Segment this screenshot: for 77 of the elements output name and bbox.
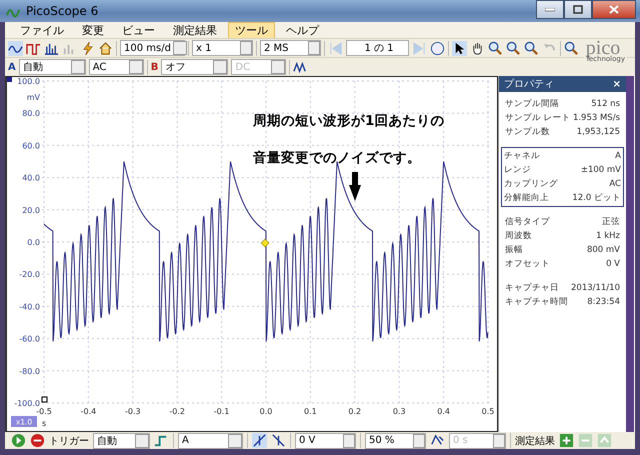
property-value: 800 mV (586, 244, 620, 256)
x-axis-label: 0.4 (437, 407, 450, 416)
trigger-source-dropdown[interactable]: A (178, 432, 243, 448)
y-axis-label: -20.0 (19, 270, 40, 280)
x-axis-label: 0.5 (482, 407, 494, 416)
range-dropdown[interactable]: オフ (161, 59, 228, 75)
property-value: 8:23:54 (587, 296, 620, 308)
trigger-label: トリガー (49, 434, 89, 448)
property-label: 振幅 (505, 244, 523, 256)
property-value: 12.0 ビット (572, 192, 621, 204)
annotation-text: 周期の短い波形が1回あたりの (253, 113, 444, 129)
property-value: 512 ns (591, 98, 620, 110)
x-axis-label: -0.5 (36, 407, 52, 416)
y-axis-label: 0.0 (27, 238, 40, 247)
property-label: オフセット (505, 258, 550, 270)
x-axis-label: 0.0 (260, 407, 272, 416)
samples-spinner[interactable]: 2 MS (260, 40, 321, 56)
property-value: 1.953 MS/s (572, 112, 620, 124)
y-axis-label: 40.0 (22, 174, 40, 183)
panel-title: プロパティ (504, 78, 554, 91)
property-value: 0 V (606, 258, 620, 270)
property-label: キャプチャ時間 (505, 296, 568, 308)
channel-label[interactable]: A (8, 62, 16, 72)
property-value: 2013/11/10 (571, 282, 620, 294)
y-axis-unit: mV (26, 93, 40, 102)
y-axis-label: -80.0 (19, 366, 40, 376)
property-value: 1 kHz (596, 230, 620, 242)
property-value: A (615, 150, 621, 162)
property-label: サンプル レート (505, 112, 571, 124)
property-value: AC (609, 178, 621, 190)
buffer-field[interactable]: 1 の 1 (346, 40, 409, 56)
trigger-mode-dropdown[interactable]: 自動 (93, 432, 150, 448)
x-axis-label: 0.2 (348, 407, 362, 416)
x-axis-label: -0.2 (169, 407, 185, 416)
window-title: PicoScope 6 (26, 4, 100, 18)
timebase-dropdown[interactable]: 100 ms/d (120, 40, 185, 56)
property-label: サンプル数 (505, 126, 550, 138)
range-dropdown[interactable]: 自動 (18, 59, 86, 75)
x-axis-label: -0.4 (80, 407, 96, 416)
y-axis-label: 20.0 (22, 206, 40, 215)
property-label: レンジ (504, 164, 531, 176)
property-label: カップリング (504, 178, 558, 190)
property-label: 信号タイプ (505, 216, 550, 228)
annotation-text: 音量変更でのノイズです。 (253, 150, 421, 166)
property-value: ±100 mV (580, 164, 621, 176)
pretrigger-spinner[interactable]: 50 % (365, 432, 426, 448)
y-axis-label: 100.0 (17, 77, 40, 86)
zoom-spinner[interactable]: x 1 (192, 40, 253, 56)
close-panel-button[interactable]: × (612, 78, 621, 90)
property-value: 1,953,125 (576, 126, 620, 138)
menu-item[interactable]: 変更 (75, 22, 111, 38)
menu-item[interactable]: 測定結果 (166, 22, 224, 38)
property-label: チャネル (504, 150, 540, 162)
coupling-dropdown[interactable]: AC (88, 59, 144, 75)
menu-item[interactable]: ツール (228, 22, 275, 38)
property-label: 分解能向上 (504, 192, 549, 204)
property-label: 周波数 (505, 230, 532, 242)
y-axis-label: -100.0 (14, 399, 40, 408)
y-axis-label: 60.0 (22, 141, 40, 150)
property-label: キャプチャ日 (505, 282, 559, 294)
y-axis-label: 80.0 (22, 109, 40, 118)
menu-item[interactable]: ヘルプ (279, 22, 326, 38)
threshold-spinner[interactable]: 0 V (295, 432, 356, 448)
x-axis-label: 0.3 (392, 407, 406, 416)
logo-name: pico (586, 40, 620, 56)
y-axis-label: -40.0 (19, 302, 40, 312)
menu-item[interactable]: ビュー (115, 22, 162, 38)
x-axis-unit: s (42, 419, 46, 428)
x-axis-label: -0.3 (125, 407, 141, 416)
property-label: サンプル間隔 (505, 98, 559, 110)
property-value: 正弦 (602, 216, 620, 228)
y-axis-label: -60.0 (19, 334, 40, 344)
x-axis-label: -0.1 (214, 407, 230, 416)
x-axis-label: 0.1 (304, 407, 317, 416)
channel-label[interactable]: B (150, 62, 158, 72)
menu-item[interactable]: ファイル (13, 22, 71, 38)
measurements-label: 測定結果 (515, 434, 555, 448)
